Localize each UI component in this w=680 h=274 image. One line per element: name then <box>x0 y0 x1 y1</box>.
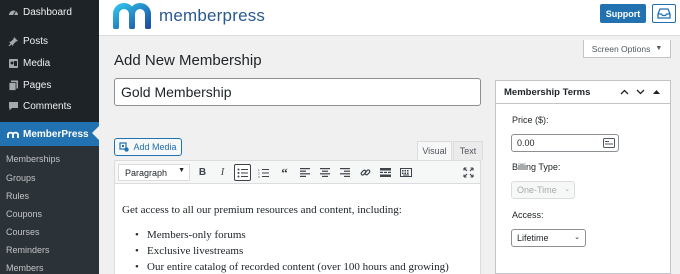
submenu-item-reminders[interactable]: Reminders <box>6 245 50 255</box>
submenu-item-members[interactable]: Members <box>6 263 44 273</box>
billing-type-select[interactable]: One-Time ⌄ <box>511 181 575 199</box>
bold-button[interactable]: B <box>194 164 211 181</box>
admin-sidebar: Dashboard Posts Media Pages Comments Mem… <box>0 0 99 274</box>
billing-type-value: One-Time <box>517 185 557 195</box>
editor-toolbar: Paragraph ▼ B I 123 “ <box>114 160 481 184</box>
link-icon <box>360 169 371 176</box>
intro-paragraph: Get access to all our premium resources … <box>122 204 402 216</box>
screen-options-label: Screen Options <box>591 43 651 54</box>
italic-icon: I <box>220 167 225 178</box>
sidebar-item-posts[interactable]: Posts <box>0 29 99 53</box>
chevron-up-icon <box>620 89 628 95</box>
align-left-icon <box>299 168 310 177</box>
quote-icon: “ <box>281 164 288 180</box>
fullscreen-button[interactable] <box>460 164 477 181</box>
price-value: 0.00 <box>517 138 535 148</box>
svg-text:3: 3 <box>258 175 260 178</box>
list-item: Exclusive livestreams <box>135 243 449 259</box>
submenu-item-memberships[interactable]: Memberships <box>6 154 60 164</box>
read-more-button[interactable] <box>377 164 394 181</box>
membership-terms-header: Membership Terms <box>496 81 670 104</box>
membership-terms-box: Membership Terms Price ($): 0.00 Billing… <box>495 80 671 274</box>
move-down-button[interactable] <box>633 85 647 99</box>
sidebar-item-label: Dashboard <box>23 6 72 18</box>
inbox-button[interactable] <box>652 4 676 23</box>
align-right-button[interactable] <box>336 164 353 181</box>
chevron-down-icon <box>636 89 644 95</box>
pages-icon <box>4 80 22 91</box>
membership-terms-title: Membership Terms <box>504 87 591 98</box>
access-select[interactable]: Lifetime ⌄ <box>511 229 586 247</box>
price-input[interactable]: 0.00 <box>511 134 619 152</box>
align-left-button[interactable] <box>296 164 313 181</box>
add-media-label: Add Media <box>133 142 177 152</box>
tab-visual[interactable]: Visual <box>417 141 452 160</box>
keyboard-icon <box>399 168 412 177</box>
submenu-item-rules[interactable]: Rules <box>6 191 29 201</box>
chevron-down-icon: ⌄ <box>574 234 580 241</box>
move-up-button[interactable] <box>617 85 631 99</box>
add-media-button[interactable]: Add Media <box>114 138 182 156</box>
italic-button[interactable]: I <box>214 164 231 181</box>
submenu-item-coupons[interactable]: Coupons <box>6 209 42 219</box>
sidebar-item-label: Comments <box>23 100 72 112</box>
fullscreen-icon <box>463 167 474 178</box>
benefits-list: Members-only forums Exclusive livestream… <box>135 227 449 274</box>
read-more-icon <box>380 168 391 177</box>
memberpress-submenu: Memberships Groups Rules Coupons Courses… <box>0 146 99 274</box>
bulleted-list-button[interactable] <box>234 164 251 181</box>
numbered-list-button[interactable]: 123 <box>255 164 272 181</box>
submenu-item-groups[interactable]: Groups <box>6 173 36 183</box>
sidebar-item-media[interactable]: Media <box>0 51 99 75</box>
memberpress-icon <box>4 130 22 139</box>
sidebar-item-comments[interactable]: Comments <box>0 94 99 118</box>
sidebar-item-label: Posts <box>23 35 49 47</box>
dashboard-icon <box>4 7 22 18</box>
brand-name: memberpress <box>159 6 266 25</box>
insert-link-button[interactable] <box>357 164 374 181</box>
bulleted-list-icon <box>237 168 248 177</box>
caret-up-icon <box>652 90 660 94</box>
pin-icon <box>4 36 22 47</box>
comments-icon <box>4 101 22 112</box>
access-label: Access: <box>512 210 544 220</box>
caret-down-icon: ▼ <box>655 45 663 52</box>
caret-down-icon: ▼ <box>178 167 185 174</box>
collapse-panel-button[interactable] <box>649 85 663 99</box>
support-button[interactable]: Support <box>600 4 646 23</box>
sidebar-item-dashboard[interactable]: Dashboard <box>0 0 99 24</box>
format-select[interactable]: Paragraph ▼ <box>118 164 190 181</box>
list-item: Members-only forums <box>135 227 449 243</box>
inbox-icon <box>657 8 671 19</box>
media-icon <box>4 58 22 69</box>
add-media-icon <box>119 141 130 152</box>
membership-title-input[interactable]: Gold Membership <box>114 78 481 106</box>
screen-options-toggle[interactable]: Screen Options ▼ <box>583 40 671 58</box>
format-select-value: Paragraph <box>125 167 168 178</box>
bold-icon: B <box>198 167 207 178</box>
align-center-icon <box>319 168 330 177</box>
sidebar-item-label: MemberPress <box>23 128 89 140</box>
field-card-icon <box>603 138 615 148</box>
billing-type-label: Billing Type: <box>512 162 561 172</box>
toolbar-toggle-button[interactable] <box>397 164 414 181</box>
align-center-button[interactable] <box>316 164 333 181</box>
sidebar-item-memberpress[interactable]: MemberPress <box>0 122 99 146</box>
access-value: Lifetime <box>517 233 549 243</box>
active-menu-indicator <box>92 126 99 140</box>
list-item: Our entire catalog of recorded content (… <box>135 259 449 274</box>
memberpress-logo: memberpress <box>113 3 265 29</box>
memberpress-logo-mark <box>113 3 151 29</box>
chevron-down-icon: ⌄ <box>564 186 570 193</box>
tab-text[interactable]: Text <box>453 141 483 160</box>
editor-content[interactable]: Get access to all our premium resources … <box>114 184 481 274</box>
align-right-icon <box>339 168 350 177</box>
blockquote-button[interactable]: “ <box>276 164 293 181</box>
submenu-item-courses[interactable]: Courses <box>6 227 40 237</box>
numbered-list-icon: 123 <box>258 168 269 178</box>
sidebar-item-label: Media <box>23 57 51 69</box>
page-title: Add New Membership <box>114 52 262 69</box>
sidebar-item-label: Pages <box>23 79 52 91</box>
price-label: Price ($): <box>512 115 549 125</box>
